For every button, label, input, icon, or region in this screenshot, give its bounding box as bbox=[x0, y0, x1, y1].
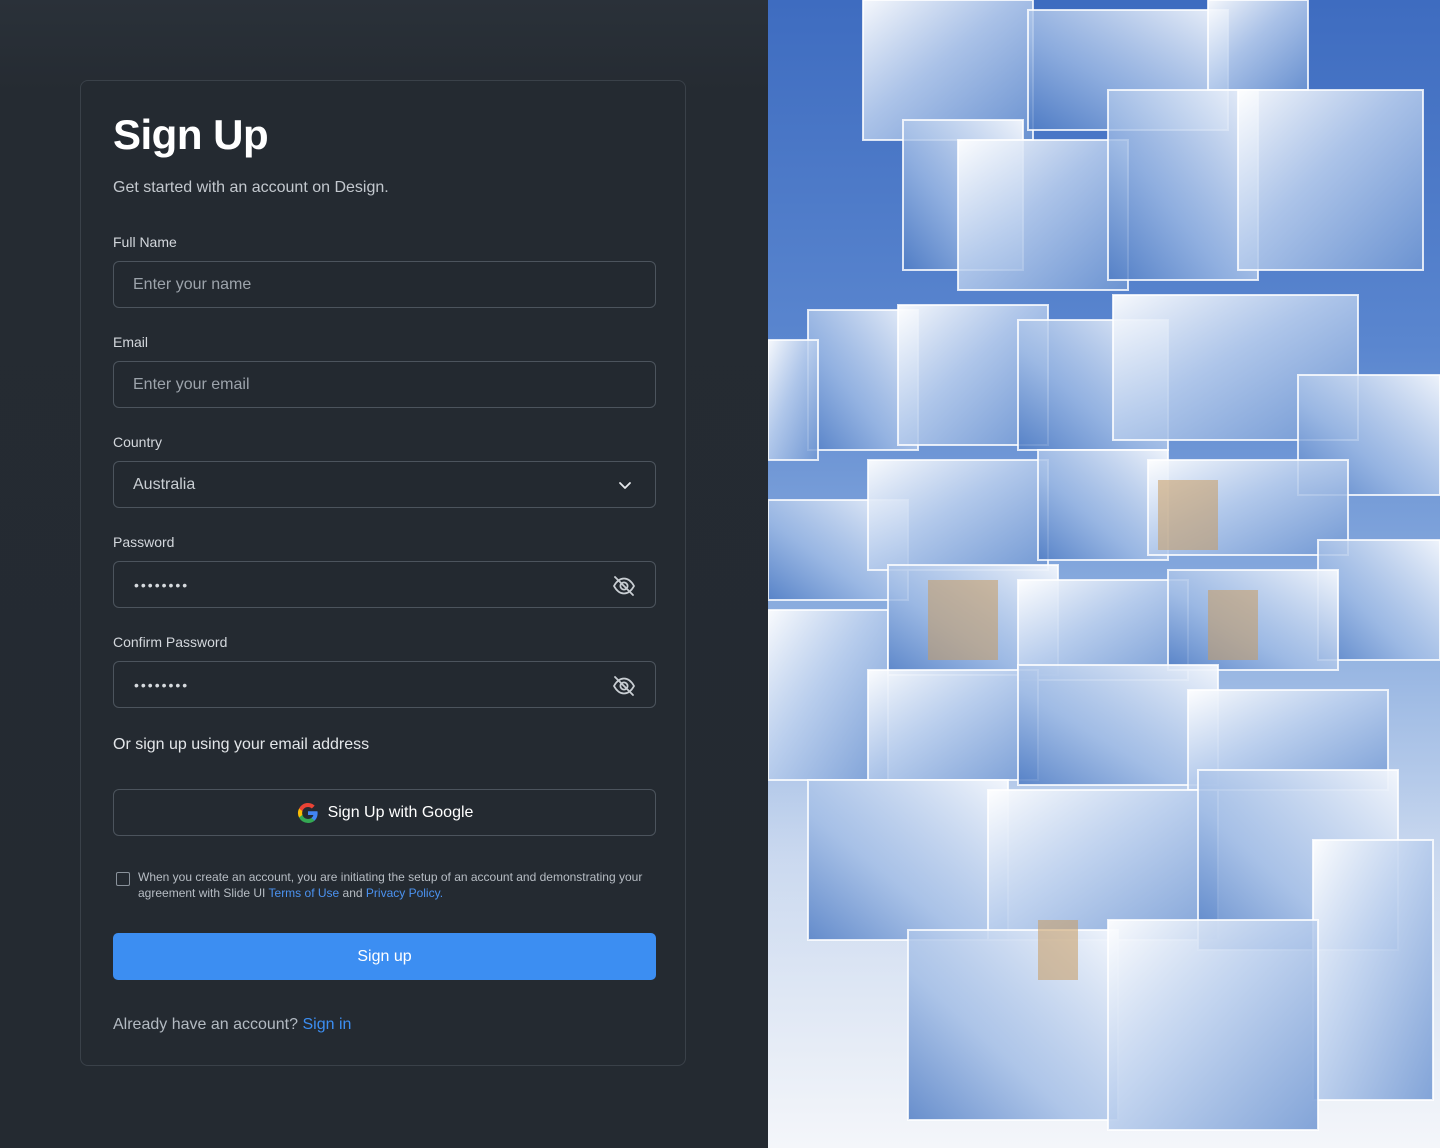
password-label: Password bbox=[113, 534, 175, 550]
privacy-policy-link[interactable]: Privacy Policy. bbox=[366, 886, 443, 900]
eye-off-icon[interactable] bbox=[611, 573, 637, 599]
hero-image bbox=[768, 0, 1440, 1148]
terms-text: When you create an account, you are init… bbox=[138, 869, 658, 901]
chevron-down-icon bbox=[619, 482, 631, 489]
terms-text-and: and bbox=[339, 886, 366, 900]
glass-cubes-illustration bbox=[768, 0, 1440, 1148]
google-signup-button[interactable]: Sign Up with Google bbox=[113, 789, 656, 836]
or-divider-text: Or sign up using your email address bbox=[113, 736, 370, 753]
email-field[interactable] bbox=[113, 361, 656, 408]
email-input[interactable] bbox=[114, 362, 655, 407]
country-select[interactable]: Australia bbox=[113, 461, 656, 508]
full-name-field[interactable] bbox=[113, 261, 656, 308]
password-field[interactable]: •••••••• bbox=[113, 561, 656, 608]
confirm-password-value: •••••••• bbox=[134, 677, 190, 693]
google-logo-icon bbox=[297, 802, 318, 823]
full-name-label: Full Name bbox=[113, 234, 177, 250]
signin-link[interactable]: Sign in bbox=[302, 1016, 351, 1033]
signup-button[interactable]: Sign up bbox=[113, 933, 656, 980]
terms-checkbox[interactable] bbox=[116, 872, 130, 886]
password-value: •••••••• bbox=[134, 577, 190, 593]
full-name-input[interactable] bbox=[114, 262, 655, 307]
page-title: Sign Up bbox=[113, 111, 269, 158]
country-label: Country bbox=[113, 434, 163, 450]
google-signup-label: Sign Up with Google bbox=[327, 803, 474, 821]
country-select-value: Australia bbox=[133, 476, 196, 493]
confirm-password-label: Confirm Password bbox=[113, 634, 228, 650]
eye-off-icon[interactable] bbox=[611, 673, 637, 699]
left-pane: Sign Up Get started with an account on D… bbox=[0, 0, 768, 1148]
email-label: Email bbox=[113, 334, 149, 350]
confirm-password-field[interactable]: •••••••• bbox=[113, 661, 656, 708]
page-subtitle: Get started with an account on Design. bbox=[113, 179, 389, 196]
terms-of-use-link[interactable]: Terms of Use bbox=[269, 886, 340, 900]
signin-prompt: Already have an account? Sign in bbox=[113, 1016, 351, 1034]
signin-prompt-text: Already have an account? bbox=[113, 1016, 303, 1033]
signup-card: Sign Up Get started with an account on D… bbox=[80, 80, 686, 1066]
